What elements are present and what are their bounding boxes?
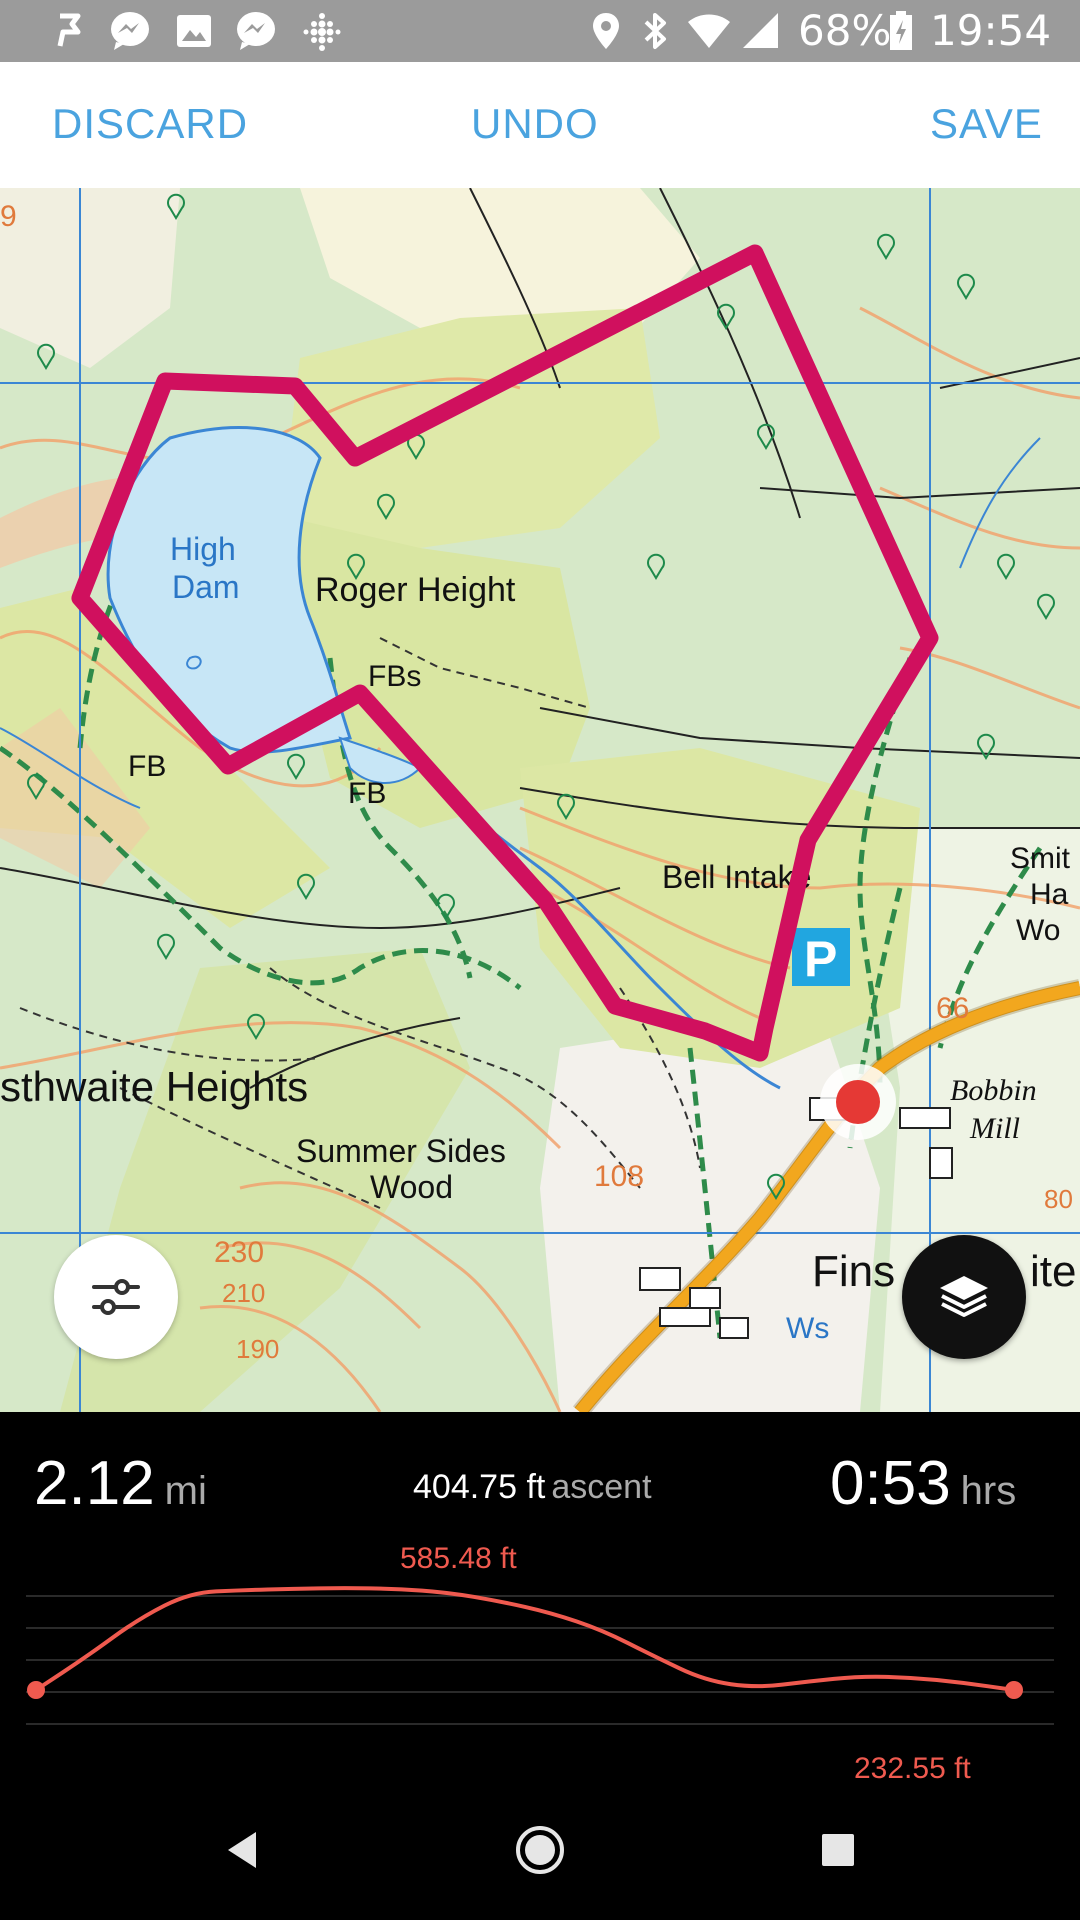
route-stats-panel: 2.12 mi 404.75 ft ascent 0:53 hrs 585.48 ft… (0, 1412, 1080, 1790)
route-start-marker[interactable] (836, 1080, 880, 1124)
spot-height: 9 (0, 200, 17, 233)
battery-percent: 68% (798, 6, 892, 55)
elevation-start-point (27, 1681, 45, 1699)
navigation-bar (0, 1790, 1080, 1920)
ws-label: Ws (786, 1312, 829, 1345)
fb-label: FB (348, 777, 386, 810)
fitbit-icon (303, 13, 341, 51)
spot-height: 108 (594, 1160, 644, 1193)
distance-value: 2.12 (34, 1449, 155, 1518)
distance-stat: 2.12 mi (34, 1448, 207, 1519)
bobbin-mill-label: Bobbin (950, 1074, 1037, 1107)
bobbin-mill-label: Mill (969, 1112, 1020, 1145)
lake-label-1: High (170, 531, 236, 567)
action-bar: DISCARD UNDO SAVE (0, 62, 1080, 188)
status-bar: 68% 19:54 (0, 0, 1080, 62)
summer-sides-label: Wood (370, 1169, 453, 1205)
layers-icon (940, 1276, 988, 1317)
heights-label: sthwaite Heights (0, 1063, 308, 1110)
place-label: Smit (1010, 842, 1071, 875)
map-settings-button[interactable] (54, 1235, 178, 1359)
map-view[interactable]: P High Dam Roger Height FBs FB FB Bell I… (0, 188, 1080, 1412)
back-icon[interactable] (222, 1828, 262, 1872)
ascent-value: 404.75 ft (413, 1468, 546, 1506)
messenger-icon (111, 12, 149, 50)
save-button[interactable]: SAVE (930, 100, 1043, 148)
duration-value: 0:53 (830, 1449, 951, 1518)
spot-height: 230 (214, 1236, 264, 1269)
place-label: Ha (1030, 878, 1069, 911)
discard-button[interactable]: DISCARD (52, 100, 248, 148)
undo-button[interactable]: UNDO (471, 100, 599, 148)
lake-label-2: Dam (172, 569, 240, 605)
spot-height: 190 (236, 1334, 279, 1364)
bluetooth-icon (644, 13, 666, 49)
place-label: Wo (1016, 914, 1060, 947)
elevation-profile-chart (26, 1586, 1054, 1725)
elevation-end-point (1005, 1681, 1023, 1699)
ascent-unit: ascent (551, 1468, 652, 1506)
flag-icon (57, 13, 81, 47)
elevation-max-label: 585.48 ft (400, 1542, 517, 1575)
map-layers-button[interactable] (902, 1235, 1026, 1359)
spot-height: 80 (1044, 1184, 1073, 1214)
elevation-min-label: 232.55 ft (854, 1752, 971, 1785)
spot-height: 66 (936, 992, 969, 1025)
parking-sign-label: P (804, 931, 837, 987)
village-area (540, 1008, 880, 1412)
sliders-icon (92, 1279, 140, 1315)
ascent-stat: 404.75 ft ascent (413, 1468, 652, 1507)
town-label: ite (1030, 1247, 1076, 1296)
clock: 19:54 (930, 6, 1052, 55)
fb-label: FB (128, 750, 166, 783)
duration-unit: hrs (960, 1469, 1017, 1513)
messenger-icon (237, 12, 275, 50)
image-icon (177, 15, 211, 47)
roger-height-label: Roger Height (315, 571, 516, 609)
elevation-line (34, 1586, 1015, 1692)
location-icon (593, 13, 619, 49)
spot-height: 210 (222, 1278, 265, 1308)
recents-icon[interactable] (820, 1832, 856, 1868)
summer-sides-label: Summer Sides (296, 1133, 506, 1169)
wifi-icon (688, 14, 730, 48)
fbs-label: FBs (368, 660, 421, 693)
duration-stat: 0:53 hrs (830, 1448, 1016, 1519)
battery-charging-icon (890, 11, 912, 50)
chart-gridlines (26, 1595, 1054, 1725)
signal-icon (743, 13, 778, 48)
distance-unit: mi (164, 1469, 207, 1513)
town-label: Fins (812, 1247, 895, 1296)
map-canvas[interactable]: P High Dam Roger Height FBs FB FB Bell I… (0, 188, 1080, 1412)
home-icon[interactable] (514, 1824, 566, 1876)
